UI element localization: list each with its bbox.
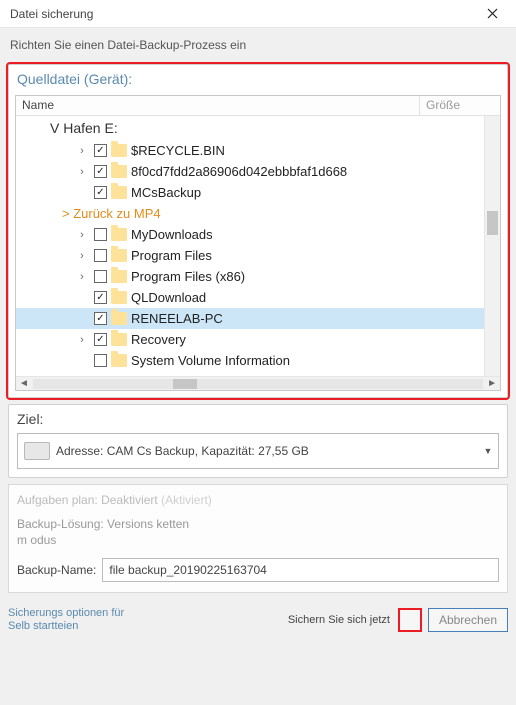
expander-icon[interactable]: › (76, 229, 88, 241)
folder-icon (111, 144, 127, 157)
hdd-icon (24, 442, 50, 460)
self-start-options-link[interactable]: Sicherungs optionen für Selb startteien (8, 607, 138, 633)
column-size[interactable]: Größe (420, 96, 500, 115)
scroll-left-icon[interactable]: ◄ (19, 378, 29, 389)
checkbox[interactable] (94, 144, 107, 157)
tree-row-label: RENEELAB-PC (131, 311, 223, 326)
tree-row[interactable]: › Recovery (16, 329, 484, 350)
scroll-right-icon[interactable]: ► (487, 378, 497, 389)
folder-icon (111, 186, 127, 199)
checkbox[interactable] (94, 186, 107, 199)
tree-row[interactable]: › MyDownloads (16, 224, 484, 245)
schedule-status: Deaktiviert (101, 493, 158, 507)
folder-icon (111, 165, 127, 178)
info-panel: Aufgaben plan: Deaktiviert (Aktiviert) B… (8, 484, 508, 593)
checkbox[interactable] (94, 333, 107, 346)
titlebar: Datei sicherung (0, 0, 516, 28)
back-link[interactable]: > Zurück zu MP4 (16, 203, 484, 224)
solution-line: Backup-Lösung: Versions ketten m odus (17, 517, 197, 548)
backup-name-input[interactable] (102, 558, 499, 582)
tree-row[interactable]: System Volume Information (16, 350, 484, 371)
source-panel: Quelldatei (Gerät): Name Größe V Hafen E… (8, 64, 508, 398)
expander-icon[interactable]: › (76, 334, 88, 346)
tree-row[interactable]: QLDownload (16, 287, 484, 308)
checkbox[interactable] (94, 291, 107, 304)
checkbox[interactable] (94, 249, 107, 262)
vertical-scroll-thumb[interactable] (487, 211, 498, 235)
schedule-prefix: Aufgaben plan: (17, 493, 101, 507)
save-button[interactable] (398, 608, 422, 632)
destination-select[interactable]: Adresse: CAM Cs Backup, Kapazität: 27,55… (17, 433, 499, 469)
expander-icon[interactable]: › (76, 250, 88, 262)
tree-row-label: Recovery (131, 332, 186, 347)
tree-row[interactable]: RENEELAB-PC (16, 308, 484, 329)
tree-row-label: 8f0cd7fdd2a86906d042ebbbfaf1d668 (131, 164, 347, 179)
file-list-header: Name Größe (16, 96, 500, 116)
backup-name-row: Backup-Name: (17, 558, 499, 582)
checkbox[interactable] (94, 312, 107, 325)
vertical-scrollbar[interactable] (484, 116, 500, 376)
expander-icon[interactable]: › (76, 271, 88, 283)
tree-row[interactable]: › 8f0cd7fdd2a86906d042ebbbfaf1d668 (16, 161, 484, 182)
tree-row-label: MCsBackup (131, 185, 201, 200)
checkbox[interactable] (94, 270, 107, 283)
expander-icon[interactable]: › (76, 145, 88, 157)
save-now-label: Sichern Sie sich jetzt (288, 614, 390, 626)
subheader-text: Richten Sie einen Datei-Backup-Prozess e… (0, 28, 516, 58)
folder-icon (111, 312, 127, 325)
folder-icon (111, 354, 127, 367)
schedule-line: Aufgaben plan: Deaktiviert (Aktiviert) (17, 493, 499, 507)
folder-icon (111, 291, 127, 304)
tree-row-label: MyDownloads (131, 227, 213, 242)
folder-icon (111, 333, 127, 346)
folder-icon (111, 249, 127, 262)
cancel-button[interactable]: Abbrechen (428, 608, 508, 632)
file-list-body: V Hafen E: › $RECYCLE.BIN › 8f0cd7fdd2a8690… (16, 116, 484, 376)
chevron-down-icon: ▼ (478, 446, 498, 456)
tree-row-label: Program Files (131, 248, 212, 263)
footer: Sicherungs optionen für Selb startteien … (0, 599, 516, 633)
close-icon (487, 8, 498, 19)
source-title: Quelldatei (Gerät): (9, 65, 507, 91)
close-button[interactable] (474, 2, 510, 26)
tree-row[interactable]: › $RECYCLE.BIN (16, 140, 484, 161)
hscroll-track[interactable] (33, 379, 483, 389)
column-name[interactable]: Name (16, 96, 420, 115)
destination-text: Adresse: CAM Cs Backup, Kapazität: 27,55… (56, 444, 478, 458)
drive-label[interactable]: V Hafen E: (16, 116, 484, 140)
horizontal-scrollbar[interactable]: ◄ ► (16, 376, 500, 390)
backup-name-label: Backup-Name: (17, 563, 96, 577)
destination-panel: Ziel: Adresse: CAM Cs Backup, Kapazität:… (8, 404, 508, 478)
tree-row-label: $RECYCLE.BIN (131, 143, 225, 158)
tree-row[interactable]: › Program Files (x86) (16, 266, 484, 287)
hscroll-thumb[interactable] (173, 379, 197, 389)
tree-row[interactable]: › Program Files (16, 245, 484, 266)
expander-icon[interactable]: › (76, 166, 88, 178)
folder-icon (111, 270, 127, 283)
checkbox[interactable] (94, 165, 107, 178)
tree-row-label: System Volume Information (131, 353, 290, 368)
window-title: Datei sicherung (10, 7, 93, 21)
tree-row[interactable]: MCsBackup (16, 182, 484, 203)
checkbox[interactable] (94, 354, 107, 367)
checkbox[interactable] (94, 228, 107, 241)
schedule-action[interactable]: (Aktiviert) (161, 493, 212, 507)
tree-row-label: Program Files (x86) (131, 269, 245, 284)
file-list-area: Name Größe V Hafen E: › $RECYCLE.BIN › 8f0c… (15, 95, 501, 391)
destination-title: Ziel: (9, 405, 507, 429)
folder-icon (111, 228, 127, 241)
tree-row-label: QLDownload (131, 290, 206, 305)
